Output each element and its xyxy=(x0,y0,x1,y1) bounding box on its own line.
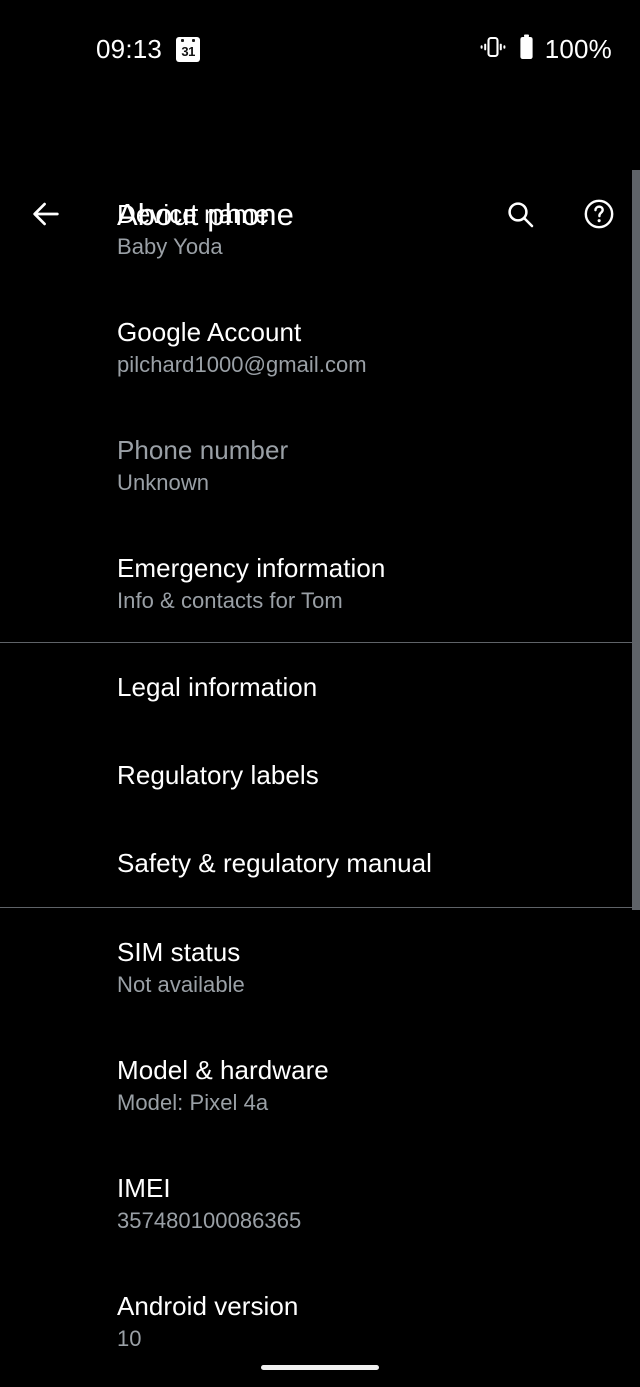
calendar-icon-day: 31 xyxy=(181,43,195,59)
list-item-emergency-information[interactable]: Emergency information Info & contacts fo… xyxy=(0,524,640,642)
list-item-imei[interactable]: IMEI 357480100086365 xyxy=(0,1144,640,1262)
settings-section-device: Device name Baby Yoda Google Account pil… xyxy=(0,170,640,642)
list-item-title: Device name xyxy=(117,198,270,229)
list-item-subtitle: Baby Yoda xyxy=(117,233,223,259)
list-item-title: Regulatory labels xyxy=(117,760,319,790)
status-bar-right: 100% xyxy=(478,31,612,67)
list-item-title: Android version xyxy=(117,1290,299,1321)
list-item-title: Phone number xyxy=(117,434,289,465)
battery-icon xyxy=(519,34,534,65)
list-item-subtitle: Model: Pixel 4a xyxy=(117,1089,269,1115)
list-item-google-account[interactable]: Google Account pilchard1000@gmail.com xyxy=(0,288,640,406)
settings-section-legal: Legal information Regulatory labels Safe… xyxy=(0,643,640,907)
list-item-model-hardware[interactable]: Model & hardware Model: Pixel 4a xyxy=(0,1026,640,1144)
list-item-subtitle: Info & contacts for Tom xyxy=(117,587,343,613)
app-bar: About phone xyxy=(0,88,640,232)
list-item-safety-regulatory-manual[interactable]: Safety & regulatory manual xyxy=(0,819,640,907)
list-item-title: Google Account xyxy=(117,316,302,347)
list-item-regulatory-labels[interactable]: Regulatory labels xyxy=(0,731,640,819)
list-item-title: Safety & regulatory manual xyxy=(117,848,432,878)
list-item-subtitle: 10 xyxy=(117,1325,142,1351)
vibrate-icon xyxy=(478,35,508,64)
list-item-title: Model & hardware xyxy=(117,1054,329,1085)
status-bar: 09:13 31 100% xyxy=(0,0,640,88)
list-item-device-name[interactable]: Device name Baby Yoda xyxy=(0,170,640,288)
list-item-subtitle: pilchard1000@gmail.com xyxy=(117,351,367,377)
list-item-title: Emergency information xyxy=(117,552,386,583)
list-item-sim-status[interactable]: SIM status Not available xyxy=(0,908,640,1026)
list-item-phone-number[interactable]: Phone number Unknown xyxy=(0,406,640,524)
list-item-subtitle: 357480100086365 xyxy=(117,1207,302,1233)
vertical-scrollbar-thumb[interactable] xyxy=(632,170,640,910)
list-item-title: SIM status xyxy=(117,936,241,967)
status-clock: 09:13 xyxy=(96,34,163,64)
list-item-android-version[interactable]: Android version 10 xyxy=(0,1262,640,1380)
status-bar-left: 09:13 31 xyxy=(96,32,201,66)
battery-percentage: 100% xyxy=(544,34,612,64)
list-item-title: IMEI xyxy=(117,1172,171,1203)
list-item-legal-information[interactable]: Legal information xyxy=(0,643,640,731)
calendar-icon: 31 xyxy=(176,36,201,62)
list-item-subtitle: Unknown xyxy=(117,469,210,495)
list-item-title: Legal information xyxy=(117,672,318,702)
list-item-subtitle: Not available xyxy=(117,971,245,997)
calendar-icon-tabs xyxy=(176,38,200,42)
home-gesture-pill[interactable] xyxy=(261,1365,379,1370)
settings-section-hardware: SIM status Not available Model & hardwar… xyxy=(0,908,640,1380)
settings-list[interactable]: Device name Baby Yoda Google Account pil… xyxy=(0,170,640,1355)
